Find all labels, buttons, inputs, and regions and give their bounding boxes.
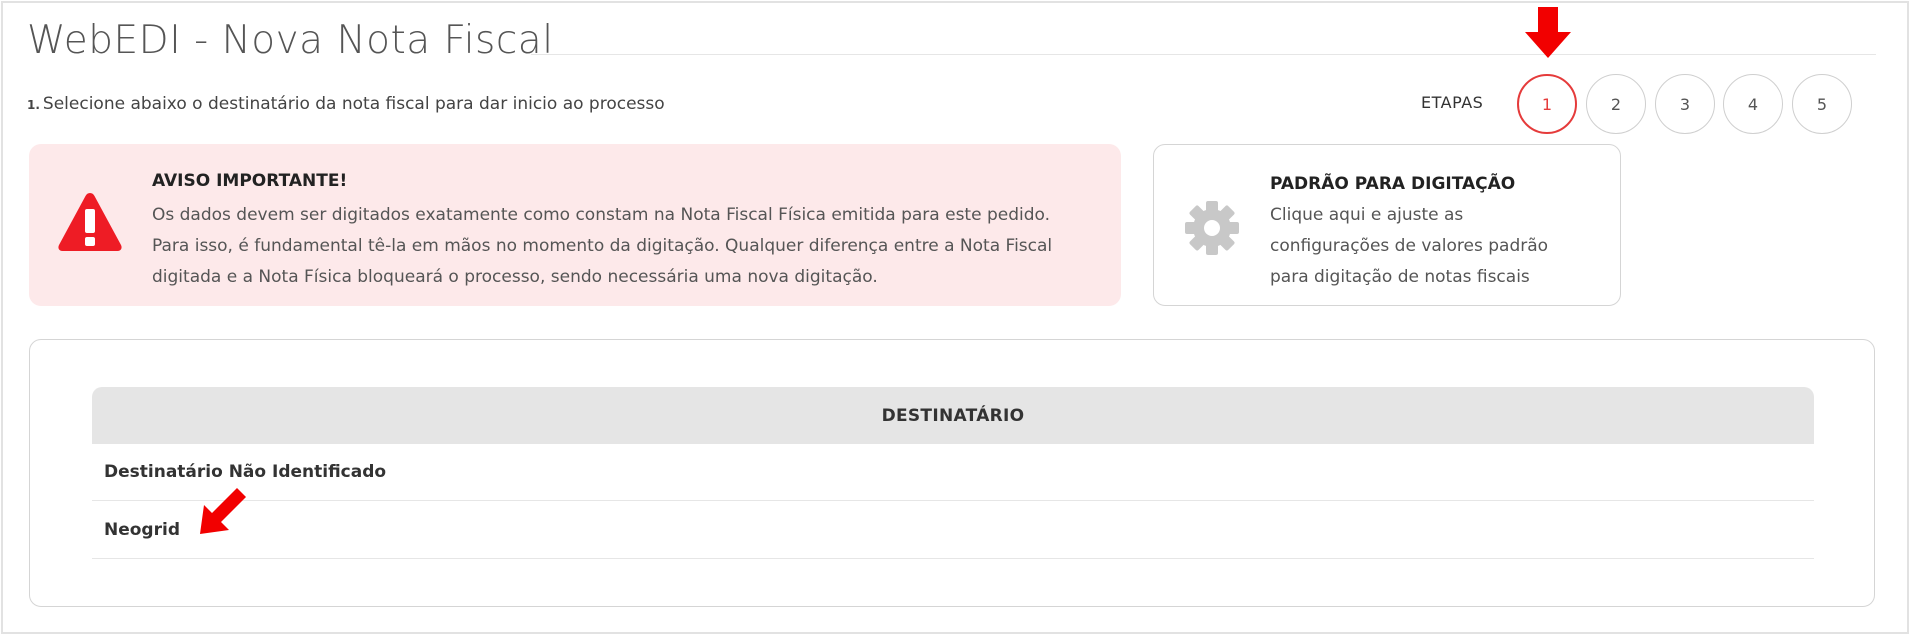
notice-line: digitada e a Nota Física bloqueará o pro… (152, 267, 878, 287)
page-title: WebEDI - Nova Nota Fiscal (27, 18, 554, 63)
typing-defaults-line: para digitação de notas fiscais (1270, 267, 1530, 287)
notice-line: Os dados devem ser digitados exatamente … (152, 205, 1051, 225)
warning-triangle-icon (58, 193, 122, 251)
gear-icon (1185, 201, 1239, 255)
step-4[interactable]: 4 (1723, 74, 1783, 134)
notice-text: Os dados devem ser digitados exatamente … (152, 200, 1092, 293)
notice-title: AVISO IMPORTANTE! (152, 171, 348, 191)
title-divider (531, 54, 1876, 55)
notice-line: Para isso, é fundamental tê-la em mãos n… (152, 236, 1053, 256)
step-5[interactable]: 5 (1792, 74, 1852, 134)
step-2[interactable]: 2 (1586, 74, 1646, 134)
typing-defaults-text: Clique aqui e ajuste as configurações de… (1270, 200, 1548, 293)
instruction-label: Selecione abaixo o destinatário da nota … (42, 94, 665, 114)
annotation-arrow-diagonal-icon (200, 488, 246, 534)
recipient-table-header: DESTINATÁRIO (92, 387, 1814, 444)
typing-defaults-line: Clique aqui e ajuste as (1270, 205, 1464, 225)
typing-defaults-line: configurações de valores padrão (1270, 236, 1549, 256)
instruction-step-number: 1. (27, 98, 40, 112)
step-3[interactable]: 3 (1655, 74, 1715, 134)
step-1[interactable]: 1 (1517, 74, 1577, 134)
recipient-row-neogrid[interactable]: Neogrid (92, 501, 1814, 559)
recipient-row-unidentified[interactable]: Destinatário Não Identificado (92, 443, 1814, 501)
instruction-text: 1. Selecione abaixo o destinatário da not… (27, 94, 665, 114)
steps-label: ETAPAS (1421, 93, 1484, 112)
annotation-arrow-down-icon (1525, 7, 1571, 58)
typing-defaults-title: PADRÃO PARA DIGITAÇÃO (1270, 174, 1516, 194)
